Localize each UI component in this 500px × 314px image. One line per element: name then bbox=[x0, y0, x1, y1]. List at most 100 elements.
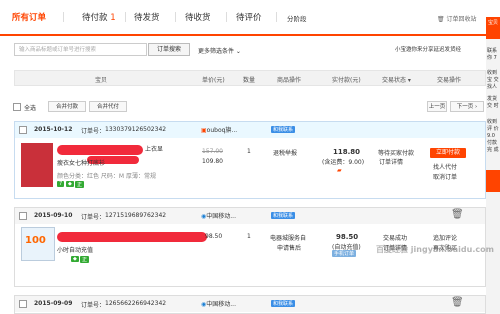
service-link[interactable]: 电器城服务自 bbox=[270, 233, 306, 242]
order-tabs: 所有订单 待付款 1 待发货 待收货 待评价 分阶段 🗑 订单回收站 bbox=[0, 0, 486, 36]
product-title-end[interactable]: 上衣显 bbox=[145, 144, 163, 153]
shop-link[interactable]: ◉中国移动... bbox=[201, 211, 236, 220]
tab-separator bbox=[276, 12, 277, 22]
refund-report-link[interactable]: 退税举报 bbox=[273, 148, 297, 157]
order-date: 2015-09-10 bbox=[34, 212, 73, 219]
contact-seller-button[interactable]: 和我联系 bbox=[271, 212, 296, 219]
shop-link[interactable]: ▣ouboq旗... bbox=[201, 125, 237, 134]
sidebar-item-received[interactable]: 收到 宝 交 找人 bbox=[487, 70, 500, 91]
unit-price: 109.80 bbox=[202, 158, 223, 165]
quantity: 1 bbox=[247, 148, 251, 155]
col-item: 宝贝 bbox=[95, 77, 108, 84]
redacted-title bbox=[57, 145, 143, 155]
column-header: 宝贝 单价(元) 数量 商品操作 实付款(元) 交易状态 ▾ 交易操作 bbox=[14, 70, 486, 86]
product-attrs: 颜色分类：红色 尺码：M 厚薄：常规 bbox=[57, 173, 156, 180]
select-all-checkbox[interactable] bbox=[13, 103, 21, 111]
col-actions: 交易操作 bbox=[437, 77, 462, 84]
tab-separator bbox=[125, 12, 126, 22]
select-all-label: 全选 bbox=[24, 105, 37, 112]
order-status: 交易成功 bbox=[383, 235, 408, 242]
order-checkbox[interactable] bbox=[19, 212, 27, 220]
merge-proxy-pay-button[interactable]: 合并代付 bbox=[89, 101, 127, 112]
tab-pending-ship[interactable]: 待发货 bbox=[134, 11, 160, 23]
proxy-pay-link[interactable]: 找人代付 bbox=[433, 162, 457, 171]
add-review-link[interactable]: 追加评论 bbox=[433, 233, 457, 242]
sidebar-item-contact[interactable]: 联系 你 7 bbox=[487, 48, 500, 62]
redacted-title bbox=[57, 232, 207, 242]
seven-day-return-badge: 7 bbox=[57, 181, 65, 187]
product-title[interactable]: 小时自动充值 bbox=[57, 245, 93, 254]
order-search-button[interactable]: 订单搜索 bbox=[148, 43, 190, 56]
sidebar-item-review[interactable]: 收到 评 价 9.0 bbox=[487, 119, 500, 140]
col-status[interactable]: 交易状态 ▾ bbox=[382, 75, 411, 84]
delete-order-icon[interactable]: 🗑 bbox=[451, 297, 464, 308]
merge-pay-button[interactable]: 合并付款 bbox=[48, 101, 86, 112]
quantity: 1 bbox=[247, 233, 251, 240]
col-qty: 数量 bbox=[243, 77, 256, 84]
trash-icon: 🗑 bbox=[437, 16, 445, 23]
guarantee-badge: ◆ bbox=[66, 181, 74, 187]
order-no-label: 订单号： bbox=[81, 302, 106, 309]
col-paid: 实付款(元) bbox=[332, 77, 361, 84]
contact-seller-button[interactable]: 和我联系 bbox=[271, 300, 296, 307]
order-header: 2015-09-09 订单号： 1265662266942342 ◉中国移动..… bbox=[15, 296, 485, 312]
product-thumbnail[interactable] bbox=[21, 143, 53, 187]
order-card: 2015-10-12 订单号： 1330379126502342 ▣ouboq旗… bbox=[14, 121, 486, 199]
contact-seller-button[interactable]: 和我联系 bbox=[271, 126, 296, 133]
order-checkbox[interactable] bbox=[19, 126, 27, 134]
col-item-ops: 商品操作 bbox=[277, 77, 302, 84]
search-input[interactable]: 输入商品标题或订单号进行搜索 bbox=[14, 43, 147, 56]
order-date: 2015-09-09 bbox=[34, 300, 73, 307]
sidebar-header: 宝贝 bbox=[486, 17, 500, 39]
tab-all-orders[interactable]: 所有订单 bbox=[12, 11, 46, 23]
recycle-bin-link[interactable]: 🗑 订单回收站 bbox=[437, 14, 477, 23]
tab-separator bbox=[175, 12, 176, 22]
watermark: 百度经验 jingyan.baidu.com bbox=[376, 245, 494, 254]
order-date: 2015-10-12 bbox=[34, 126, 73, 133]
after-sale-link[interactable]: 申请售后 bbox=[277, 243, 301, 252]
unit-price: 98.50 bbox=[205, 233, 223, 240]
next-page-button[interactable]: 下一页 › bbox=[450, 101, 484, 112]
product-thumbnail[interactable]: 100 bbox=[21, 227, 55, 261]
tab-pending-receive[interactable]: 待收货 bbox=[185, 11, 211, 23]
pay-now-button[interactable]: 立即付款 bbox=[430, 148, 466, 158]
more-filters-link[interactable]: 更多筛选条件 ⌄ bbox=[198, 46, 241, 55]
tab-separator bbox=[63, 12, 64, 22]
sidebar-item-shipping[interactable]: 发货 交 时 bbox=[487, 96, 500, 110]
mobile-order-badge: 手机订单 bbox=[332, 250, 357, 257]
order-checkbox[interactable] bbox=[19, 300, 27, 308]
shop-link[interactable]: ◉中国移动... bbox=[201, 299, 236, 308]
col-price: 单价(元) bbox=[202, 77, 225, 84]
share-tip[interactable]: 小宝邀你来分享延迟发货经 bbox=[395, 45, 461, 53]
order-no-label: 订单号： bbox=[81, 214, 106, 221]
cancel-order-link[interactable]: 取消订单 bbox=[433, 172, 457, 181]
tab-separator bbox=[226, 12, 227, 22]
order-number: 1265662266942342 bbox=[105, 300, 167, 307]
order-no-label: 订单号： bbox=[81, 128, 106, 135]
sidebar-orange-tab[interactable] bbox=[486, 170, 500, 192]
paid-amount: 118.80 bbox=[333, 148, 361, 156]
order-number: 1271519689762342 bbox=[105, 212, 167, 219]
delete-order-icon[interactable]: 🗑 bbox=[451, 209, 464, 220]
order-header: 2015-09-10 订单号： 1271519689762342 ◉中国移动..… bbox=[15, 208, 485, 224]
guarantee-badge: ◆ bbox=[71, 256, 79, 262]
genuine-badge: 正 bbox=[80, 256, 90, 263]
tab-pending-review[interactable]: 待评价 bbox=[236, 11, 262, 23]
shipping-fee: (含运费：9.00) bbox=[322, 159, 365, 166]
paid-amount: 98.50 bbox=[336, 233, 359, 241]
original-price: 157.00 bbox=[202, 148, 223, 155]
genuine-badge: 正 bbox=[75, 181, 85, 188]
tab-pending-payment[interactable]: 待付款 1 bbox=[82, 11, 116, 23]
thumbnail-text: 100 bbox=[25, 235, 46, 246]
order-detail-link[interactable]: 订单详情 bbox=[379, 157, 403, 166]
prev-page-button[interactable]: 上一页 bbox=[427, 101, 447, 112]
bulk-toolbar: 全选 合并付款 合并代付 上一页 下一页 › bbox=[12, 99, 486, 117]
tab-staged[interactable]: 分阶段 bbox=[287, 13, 307, 23]
order-status: 等待买家付款 bbox=[378, 150, 415, 157]
sidebar-item-paid[interactable]: 付款 完 成 bbox=[487, 140, 500, 154]
order-header: 2015-10-12 订单号： 1330379126502342 ▣ouboq旗… bbox=[15, 122, 485, 138]
mobile-order-icon: ▰ bbox=[337, 167, 342, 174]
order-number: 1330379126502342 bbox=[105, 126, 167, 133]
product-title[interactable]: 瘦衣女七种打底衫 bbox=[57, 158, 105, 167]
order-card: 2015-09-09 订单号： 1265662266942342 ◉中国移动..… bbox=[14, 295, 486, 314]
